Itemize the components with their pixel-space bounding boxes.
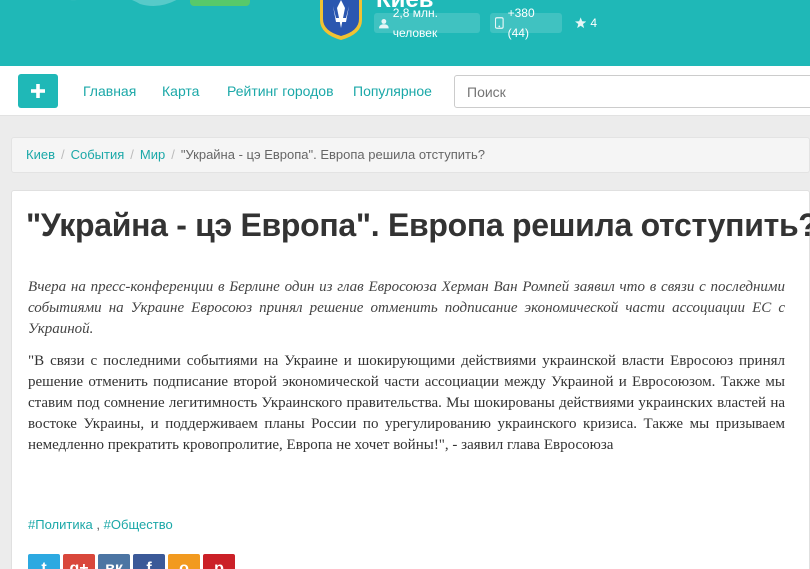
add-button[interactable] xyxy=(18,74,58,108)
breadcrumb-current: "Украйна - цэ Европа". Европа решила отс… xyxy=(180,147,485,162)
tag-politics[interactable]: #Политика xyxy=(28,517,93,532)
star-icon xyxy=(575,17,587,29)
population-badge: 2,8 млн. человек xyxy=(374,6,480,40)
facebook-share-icon[interactable]: f xyxy=(133,554,165,569)
nav-link-city-rating[interactable]: Рейтинг городов xyxy=(227,83,334,99)
tag-society[interactable]: #Общество xyxy=(104,517,173,532)
plus-icon xyxy=(31,84,45,98)
nav-link-map[interactable]: Карта xyxy=(162,83,199,99)
odnoklassniki-share-icon[interactable]: о xyxy=(168,554,200,569)
breadcrumb-separator: / xyxy=(130,147,134,162)
breadcrumb-item-kyiv[interactable]: Киев xyxy=(26,147,55,162)
vk-share-icon[interactable]: вк xyxy=(98,554,130,569)
world-map-decoration xyxy=(70,0,177,6)
header-banner: Киев 2,8 млн. человек +380 (44) 4 xyxy=(0,0,810,66)
breadcrumb-item-world[interactable]: Мир xyxy=(140,147,165,162)
pinterest-share-icon[interactable]: p xyxy=(203,554,235,569)
twitter-share-icon[interactable]: t xyxy=(28,554,60,569)
share-buttons: t g+ вк f о p xyxy=(28,554,235,569)
nav-link-home[interactable]: Главная xyxy=(83,83,136,99)
breadcrumb-separator: / xyxy=(60,147,65,162)
search-input[interactable] xyxy=(454,75,810,108)
article-title: "Украйна - цэ Европа". Европа решила отс… xyxy=(26,207,810,243)
population-text: 2,8 млн. человек xyxy=(392,6,438,40)
header-green-tab[interactable] xyxy=(190,0,250,6)
kyiv-crest-icon xyxy=(320,0,362,40)
favorites-count: 4 xyxy=(590,16,597,30)
breadcrumb-item-events[interactable]: События xyxy=(71,147,125,162)
phone-code-text: +380 (44) xyxy=(507,6,535,40)
google-plus-share-icon[interactable]: g+ xyxy=(63,554,95,569)
article-tags: #Политика , #Общество xyxy=(28,517,173,532)
article-quote: "В связи с последними событиями на Украи… xyxy=(28,353,785,453)
favorites-badge[interactable]: 4 xyxy=(570,13,602,33)
breadcrumb: Киев / События / Мир / "Украйна - цэ Европа". … xyxy=(11,137,810,173)
nav-link-popular[interactable]: Популярное xyxy=(353,83,432,99)
breadcrumb-separator: / xyxy=(171,147,175,162)
phone-code-badge: +380 (44) xyxy=(490,6,562,40)
article-panel: "Украйна - цэ Европа". Европа решила отс… xyxy=(11,190,810,569)
article-lead: Вчера на пресс-конференции в Берлине оди… xyxy=(28,279,785,337)
user-icon xyxy=(379,18,389,28)
main-navbar: Главная Карта Рейтинг городов Популярное xyxy=(0,66,810,116)
tag-separator: , xyxy=(96,517,101,532)
phone-icon xyxy=(495,17,504,29)
